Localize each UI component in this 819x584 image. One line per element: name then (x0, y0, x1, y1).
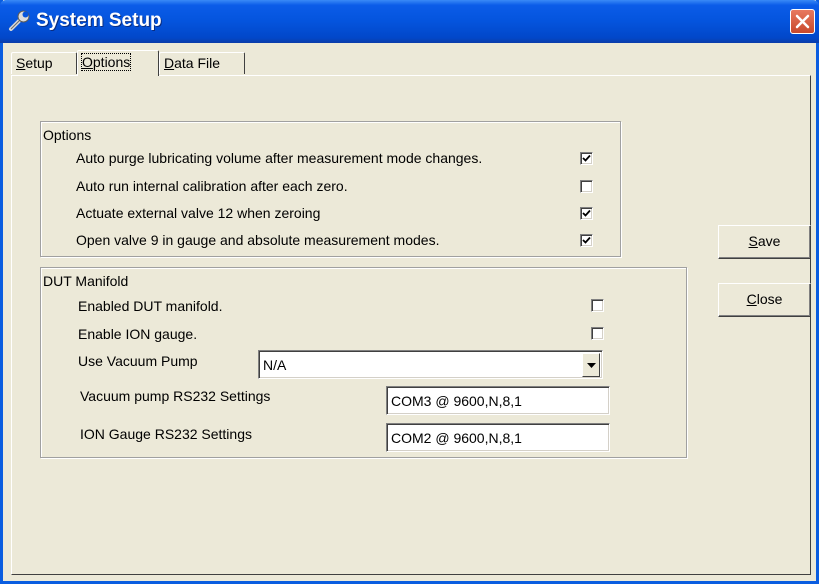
auto-purge-label: Auto purge lubricating volume after meas… (76, 150, 483, 166)
tab-setup[interactable]: Setup (11, 52, 77, 74)
save-button[interactable]: Save (718, 225, 811, 259)
enable-dut-checkbox[interactable] (591, 299, 604, 312)
open-valve-checkbox[interactable] (580, 234, 593, 247)
external-valve-label: Actuate external valve 12 when zeroing (76, 205, 321, 221)
system-setup-window: System Setup Setup Options Data File Opt… (0, 0, 819, 584)
external-valve-checkbox[interactable] (580, 207, 593, 220)
vacuum-rs232-value: COM3 @ 9600,N,8,1 (391, 393, 522, 409)
checkmark-icon (582, 209, 591, 217)
tab-options[interactable]: Options (77, 50, 159, 76)
vacuum-rs232-label: Vacuum pump RS232 Settings (80, 388, 271, 404)
title-bar[interactable]: System Setup (0, 0, 819, 43)
dropdown-arrow-icon (587, 363, 596, 368)
close-button[interactable]: Close (718, 283, 811, 317)
window-title: System Setup (36, 10, 162, 31)
tab-options-label: Options (80, 53, 132, 71)
checkmark-icon (582, 236, 591, 244)
close-window-button[interactable] (790, 9, 815, 34)
enable-ion-checkbox[interactable] (591, 327, 604, 340)
enable-dut-label: Enabled DUT manifold. (78, 298, 223, 314)
ion-rs232-field[interactable]: COM2 @ 9600,N,8,1 (386, 423, 610, 452)
dut-manifold-group-title: DUT Manifold (43, 273, 129, 289)
enable-ion-label: Enable ION gauge. (78, 326, 198, 342)
auto-purge-checkbox[interactable] (580, 152, 593, 165)
vacuum-pump-label: Use Vacuum Pump (78, 353, 198, 369)
wrench-icon (9, 10, 30, 31)
auto-calibration-checkbox[interactable] (580, 180, 593, 193)
ion-rs232-label: ION Gauge RS232 Settings (80, 426, 252, 442)
ion-rs232-value: COM2 @ 9600,N,8,1 (391, 430, 522, 446)
vacuum-rs232-field[interactable]: COM3 @ 9600,N,8,1 (386, 386, 610, 415)
close-icon (795, 14, 810, 29)
vacuum-pump-dropdown[interactable]: N/A (258, 350, 603, 379)
options-group-title: Options (43, 127, 92, 143)
vacuum-pump-dropdown-button[interactable] (582, 353, 600, 377)
checkmark-icon (582, 154, 591, 162)
auto-calibration-label: Auto run internal calibration after each… (76, 178, 348, 194)
tab-data-file[interactable]: Data File (159, 52, 245, 74)
vacuum-pump-value: N/A (263, 357, 287, 373)
open-valve-label: Open valve 9 in gauge and absolute measu… (76, 232, 440, 248)
